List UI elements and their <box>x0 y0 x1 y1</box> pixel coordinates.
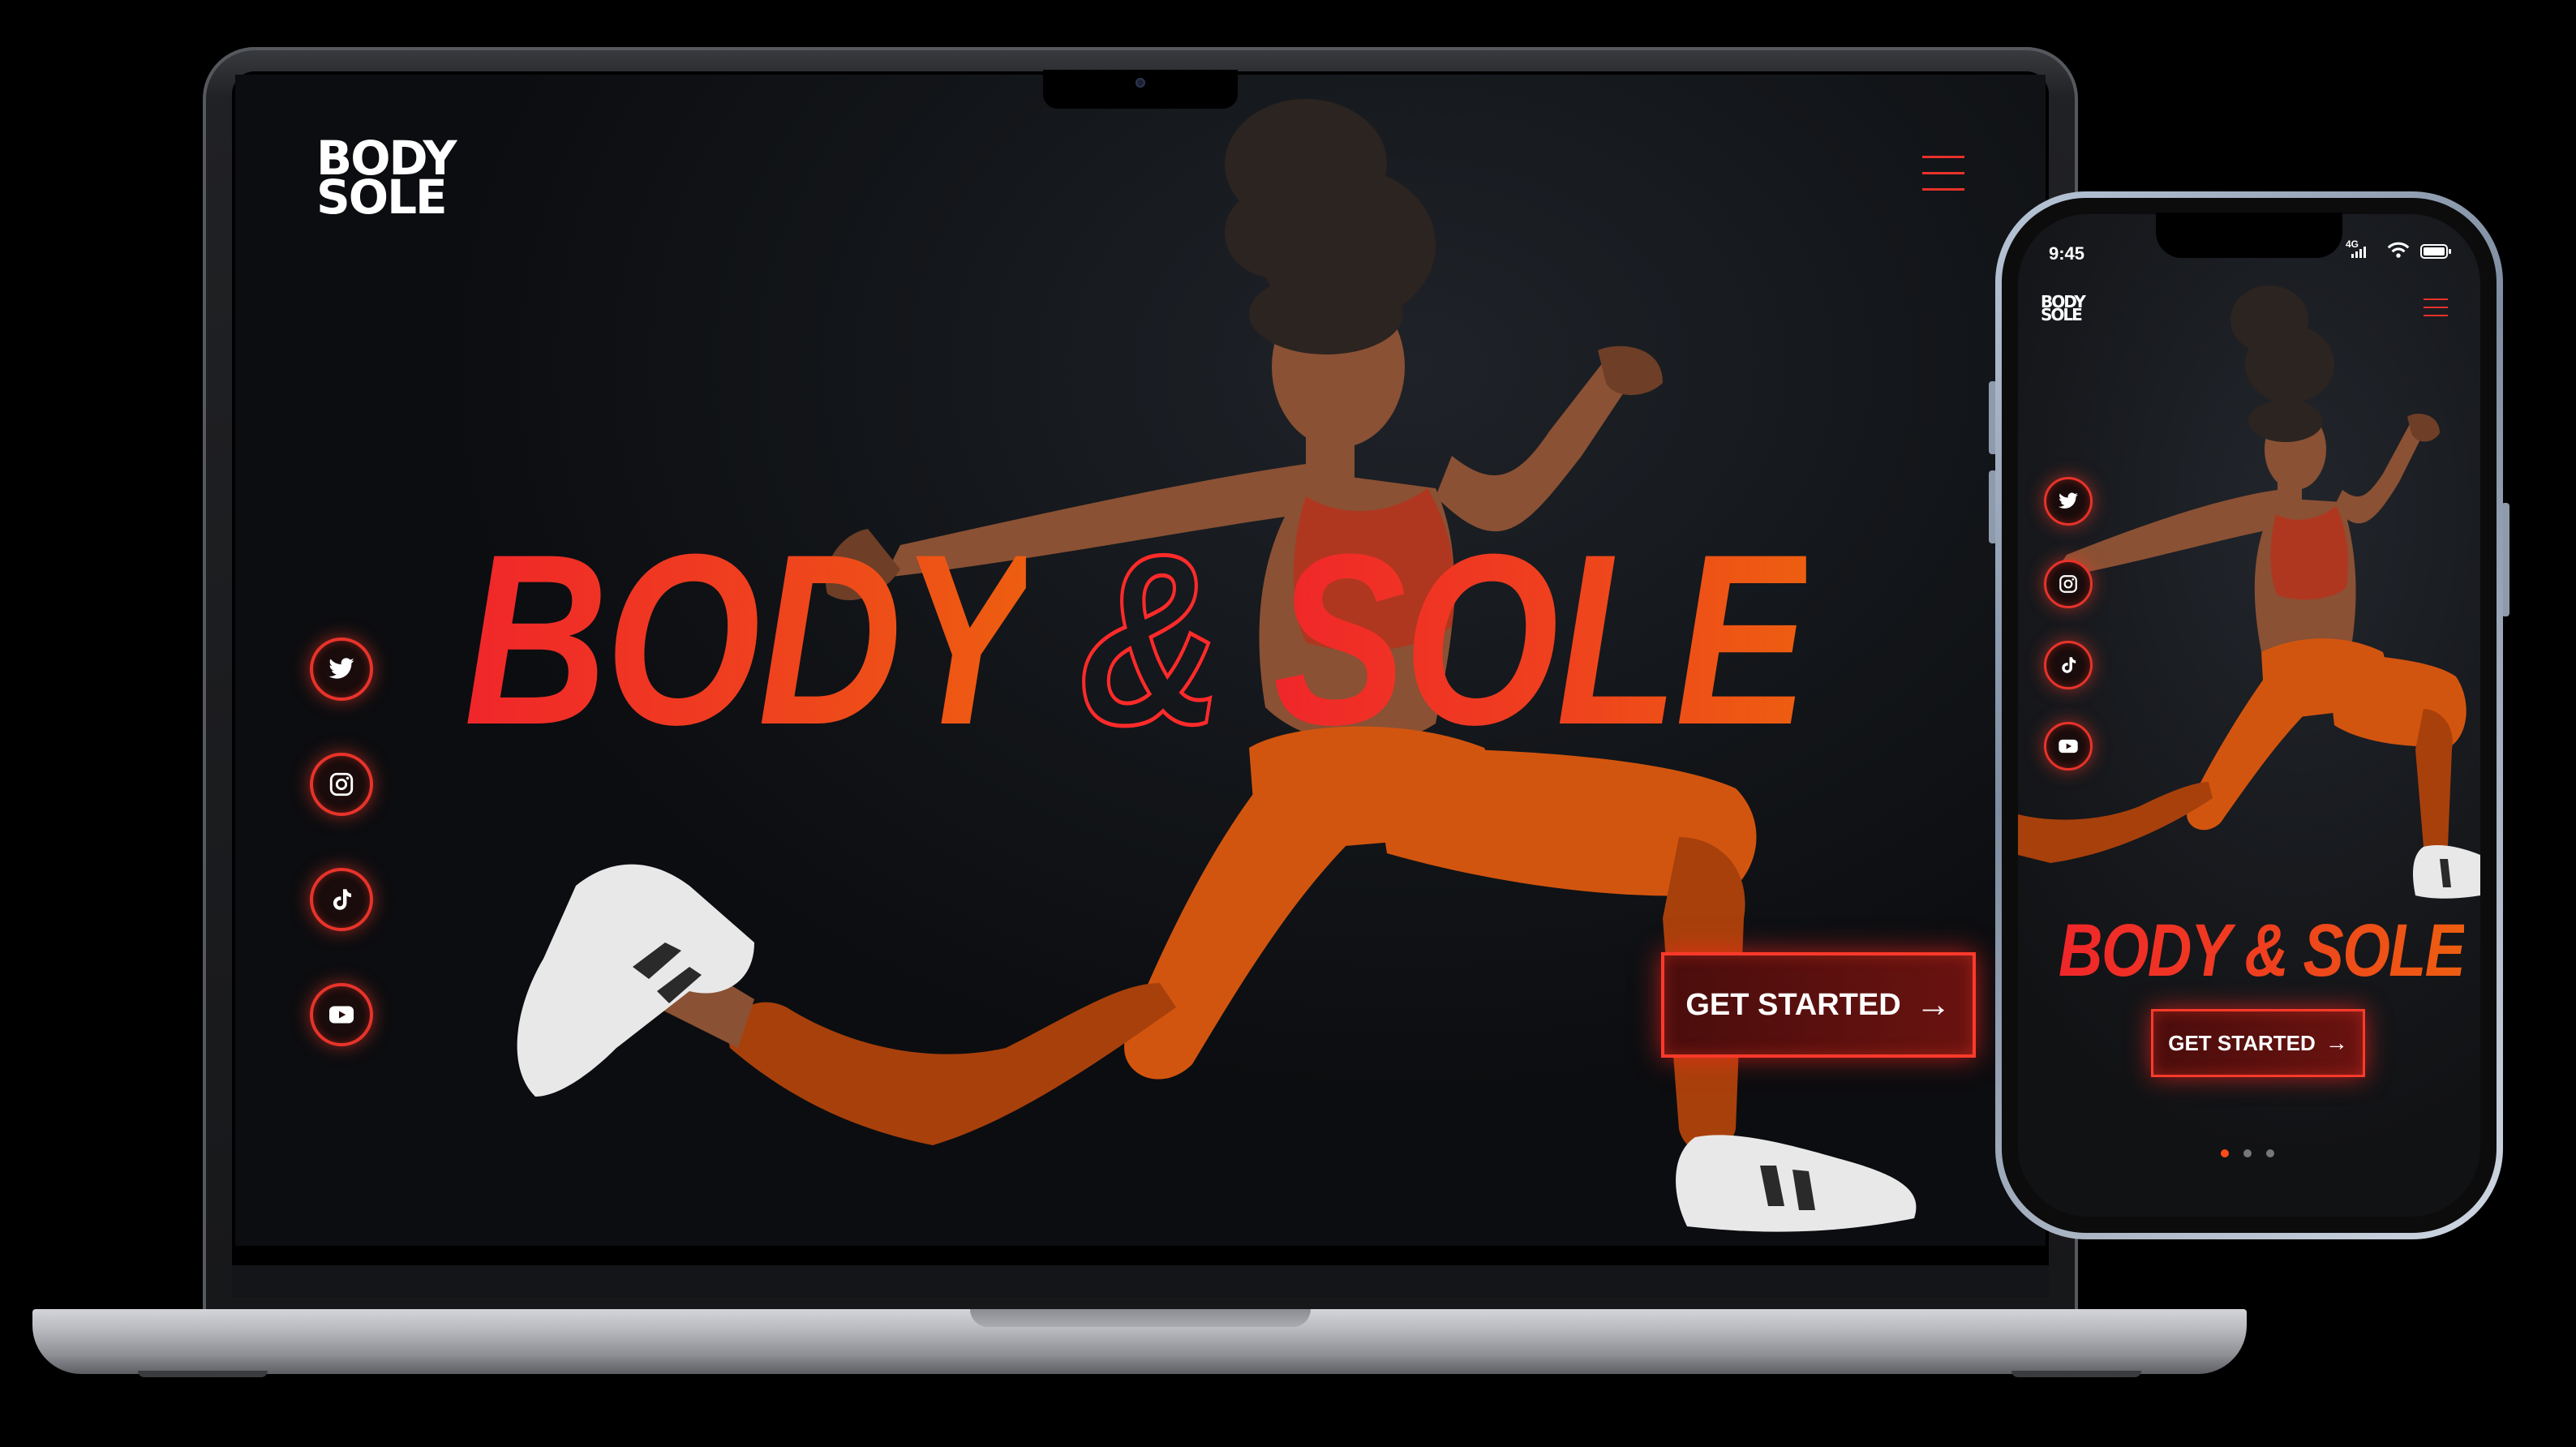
social-tiktok-button[interactable] <box>310 868 373 931</box>
instagram-icon <box>2059 575 2077 593</box>
carousel-dots <box>2221 1147 2289 1161</box>
carousel-dot[interactable] <box>2243 1149 2252 1157</box>
youtube-icon <box>329 1006 354 1024</box>
arrow-right-icon: → <box>2325 1030 2348 1055</box>
wifi-icon <box>2387 242 2410 258</box>
mobile-get-started-button[interactable]: GET STARTED → <box>2151 1009 2365 1077</box>
menu-bar <box>1922 156 1964 158</box>
mobile-social-twitter-button[interactable] <box>2044 477 2093 526</box>
menu-bar <box>2424 307 2448 308</box>
twitter-icon <box>2059 492 2078 509</box>
hero-title-body: BODY <box>464 503 1028 775</box>
tiktok-icon <box>333 889 352 910</box>
menu-bar <box>2424 315 2448 316</box>
signal-icon <box>2351 247 2366 258</box>
status-time: 9:45 <box>2049 243 2085 264</box>
carousel-dot-active[interactable] <box>2221 1149 2229 1157</box>
mobile-hero-title: BODY & SOLE <box>2059 909 2466 992</box>
menu-bar <box>2424 298 2448 300</box>
laptop-foot <box>138 1371 268 1377</box>
hero-title: BODY & SOLE <box>464 516 1809 763</box>
youtube-icon <box>2059 739 2078 754</box>
social-twitter-button[interactable] <box>310 638 373 701</box>
get-started-label: GET STARTED <box>1685 987 1901 1022</box>
laptop-foot <box>2011 1371 2141 1377</box>
laptop-trackpad-notch <box>970 1309 1311 1327</box>
mobile-social-instagram-button[interactable] <box>2044 560 2093 608</box>
mobile-social-tiktok-button[interactable] <box>2044 641 2093 689</box>
get-started-label: GET STARTED <box>2168 1030 2316 1055</box>
menu-bar <box>1922 172 1964 174</box>
mobile-site-screen: 9:45 4G BODY SOLE BODY & SOLE GET STARTE… <box>2018 214 2480 1217</box>
laptop-chin <box>232 1265 2049 1298</box>
hero-title-sole: SOLE <box>1273 503 1809 775</box>
instagram-icon <box>329 772 354 796</box>
mobile-brand-logo[interactable]: BODY SOLE <box>2041 294 2086 325</box>
mobile-social-youtube-button[interactable] <box>2044 722 2093 771</box>
camera-icon <box>1136 78 1145 88</box>
mobile-menu-hamburger-button[interactable] <box>2424 298 2448 316</box>
desktop-site-screen: BODY SOLE BODY & SOLE GET STARTED → <box>235 75 2046 1246</box>
arrow-right-icon: → <box>1915 985 1951 1024</box>
tiktok-icon <box>2062 657 2076 673</box>
social-instagram-button[interactable] <box>310 753 373 816</box>
logo-line-sole: SOLE <box>316 169 448 225</box>
hero-title-ampersand: & <box>1077 503 1225 775</box>
brand-logo[interactable]: BODY SOLE <box>316 135 457 225</box>
social-youtube-button[interactable] <box>310 983 373 1046</box>
battery-icon <box>2420 244 2451 259</box>
get-started-button[interactable]: GET STARTED → <box>1661 952 1976 1058</box>
twitter-icon <box>328 658 354 679</box>
menu-hamburger-button[interactable] <box>1922 156 1964 191</box>
phone-notch <box>2156 213 2342 258</box>
logo-line-sole: SOLE <box>2041 305 2083 325</box>
carousel-dot[interactable] <box>2266 1149 2274 1157</box>
menu-bar <box>1922 188 1964 191</box>
laptop-notch <box>1043 70 1238 109</box>
